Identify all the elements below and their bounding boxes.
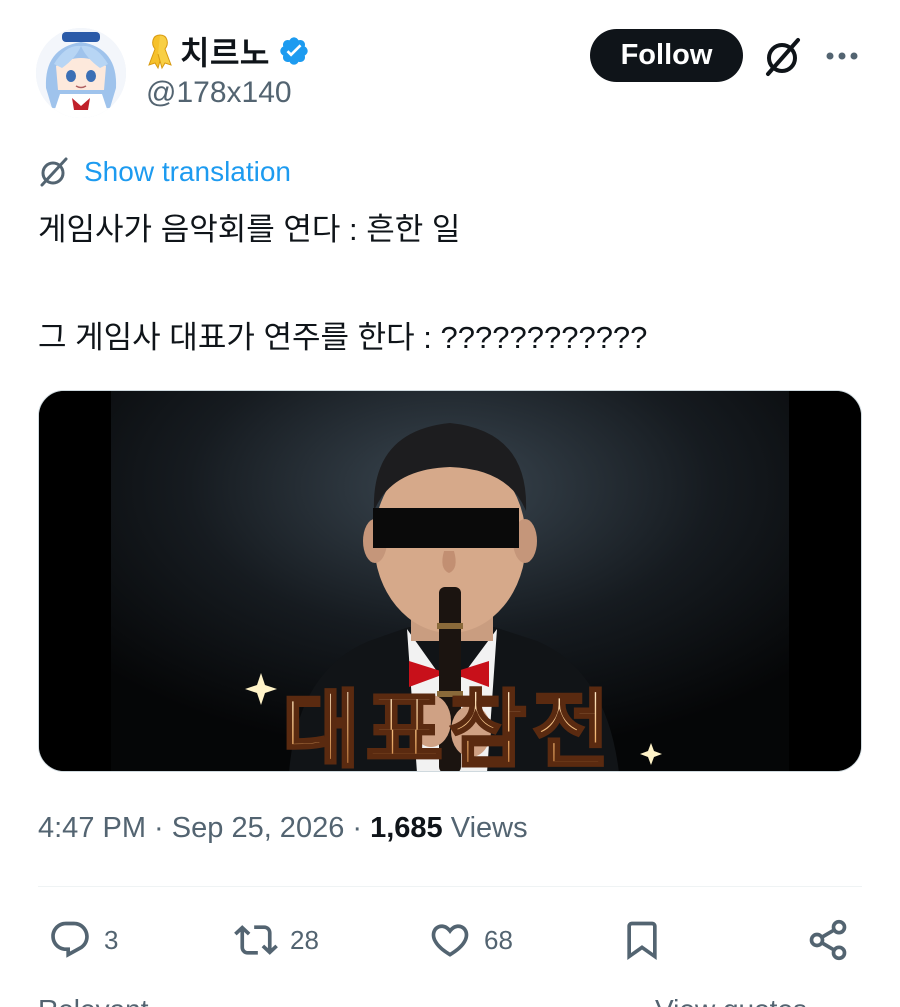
reply-icon (51, 921, 89, 958)
reply-button[interactable]: 3 (48, 918, 118, 962)
avatar[interactable] (36, 28, 126, 118)
follow-button[interactable]: Follow (590, 29, 743, 82)
like-button[interactable]: 68 (428, 918, 513, 962)
tweet-text-line-1: 게임사가 음악회를 연다 : 흔한 일 (38, 212, 461, 247)
tweet-detail-page: 치르노 @178x140 Follow Show translation 게임사… (0, 0, 900, 1007)
heart-icon (431, 924, 469, 957)
meta-separator: · (146, 812, 172, 844)
tweet-time[interactable]: 4:47 PM (38, 812, 146, 844)
tweet-media-video[interactable]: 대표참전 (38, 390, 862, 772)
tweet-action-bar: 3 28 68 (0, 918, 900, 966)
share-button[interactable] (806, 918, 850, 962)
avatar-image (36, 28, 126, 118)
reply-count: 3 (104, 924, 119, 955)
yellow-ribbon-icon (146, 32, 174, 70)
view-quotes-link[interactable]: View quotes (655, 994, 807, 1007)
show-translation-link[interactable]: Show translation (84, 156, 291, 188)
author-name-row[interactable]: 치르노 (146, 28, 310, 74)
bookmark-button[interactable] (620, 918, 664, 962)
views-label: Views (442, 812, 528, 844)
bookmark-icon (627, 921, 657, 961)
tweet-date[interactable]: Sep 25, 2026 (172, 812, 345, 844)
media-thumbnail: 대표참전 (39, 391, 861, 772)
share-icon (809, 919, 847, 961)
like-count: 68 (484, 924, 513, 955)
retweet-count: 28 (290, 924, 319, 955)
grok-translate-icon (38, 156, 70, 188)
retweet-icon (234, 925, 278, 955)
author-handle[interactable]: @178x140 (146, 76, 292, 110)
tweet-meta-row: 4:47 PM · Sep 25, 2026 · 1,685 Views (38, 812, 528, 845)
meta-separator: · (344, 812, 371, 844)
retweet-button[interactable]: 28 (234, 918, 319, 962)
show-translation-row[interactable]: Show translation (38, 156, 291, 188)
author-display-name: 치르노 (180, 35, 270, 71)
grok-icon[interactable] (762, 36, 804, 78)
tweet-text-line-2: 그 게임사 대표가 연주를 한다 : ???????????? (38, 320, 648, 355)
more-options-icon[interactable] (822, 38, 862, 74)
relevant-sort-label[interactable]: Relevant (38, 994, 149, 1007)
verified-badge-icon (278, 35, 310, 67)
divider (38, 886, 862, 887)
views-count: 1,685 (370, 812, 443, 844)
media-overlay-title: 대표참전 (282, 681, 615, 772)
